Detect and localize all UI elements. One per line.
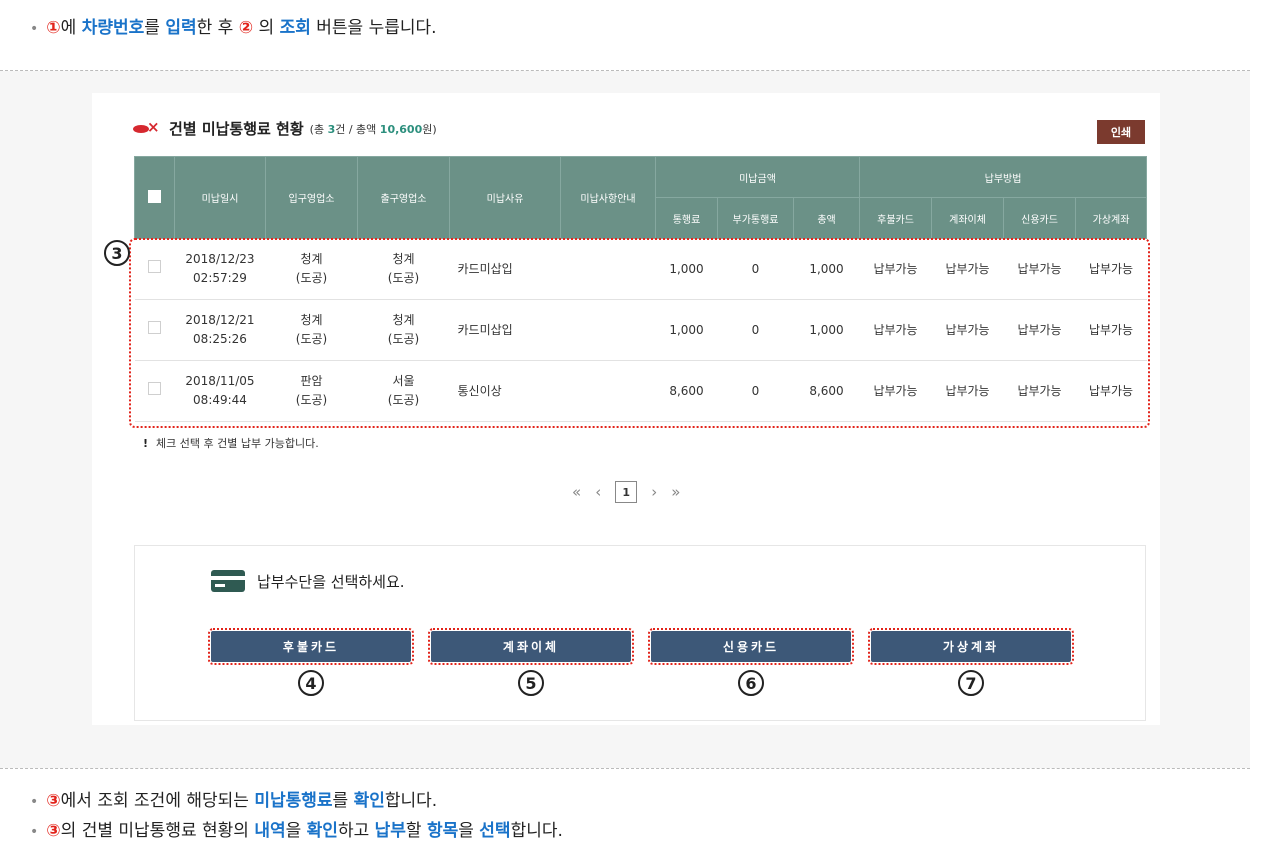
header-postpaid: 후불카드 (859, 197, 933, 239)
bullet: • (30, 794, 39, 810)
summary-count-unit: 건 / 총액 (335, 122, 380, 136)
keyword: 선택 (479, 821, 511, 841)
header-exit: 출구영업소 (357, 156, 450, 239)
keyword: 입력 (165, 18, 197, 38)
summary-total: 10,600 (379, 122, 423, 136)
summary: (총 3건 / 총액 10,600원) (310, 121, 437, 137)
first-page-icon[interactable]: « (572, 483, 581, 501)
keyword: 항목 (426, 821, 459, 841)
bullet: • (30, 21, 39, 37)
instruction-top: • ①에 차량번호를 입력한 후 ② 의 조회 버튼을 누릅니다. (30, 16, 437, 41)
instr-text: 하고 (337, 821, 375, 841)
header-amount-group: 미납금액 (654, 156, 861, 198)
instruction-bottom-1: • ③에서 조회 조건에 해당되는 미납통행료를 확인합니다. (30, 789, 437, 814)
header-date: 미납일시 (174, 156, 266, 239)
marker-2: ② (238, 18, 254, 38)
instr-text: 합니다. (384, 791, 438, 811)
header-select-all[interactable] (134, 156, 175, 239)
instr-text: 버튼을 누릅니다. (310, 18, 437, 38)
header-sum: 총액 (792, 197, 861, 239)
marker-4: 4 (298, 670, 324, 696)
summary-suffix: 원) (422, 122, 437, 136)
credit-card-button[interactable]: 신용카드 (648, 628, 854, 665)
marker-6: 6 (738, 670, 764, 696)
payment-title-text: 납부수단을 선택하세요. (257, 572, 405, 591)
last-page-icon[interactable]: » (671, 483, 680, 501)
header-credit: 신용카드 (1003, 197, 1077, 239)
instruction-bottom-2: • ③의 건별 미납통행료 현황의 내역을 확인하고 납부할 항목을 선택합니다. (30, 819, 563, 844)
ex-logo-icon (133, 118, 161, 136)
payment-title: 납부수단을 선택하세요. (211, 570, 405, 592)
pagination: « ‹ 1 › » (572, 481, 680, 503)
marker-3-ref: ③ (46, 791, 61, 811)
instr-text: 를 (332, 791, 354, 811)
bullet: • (30, 824, 39, 840)
card-icon (211, 570, 245, 592)
select-all-checkbox[interactable] (148, 189, 161, 203)
keyword: 차량번호 (81, 18, 145, 38)
summary-prefix: (총 (309, 122, 328, 136)
instr-text: 를 (144, 18, 166, 38)
header-reason: 미납사유 (449, 156, 561, 239)
keyword: 확인 (306, 821, 338, 841)
keyword: 납부 (374, 821, 406, 841)
keyword: 내역 (254, 821, 286, 841)
keyword: 조회 (279, 18, 311, 38)
instr-text: 의 건별 미납통행료 현황의 (60, 821, 255, 841)
alert-icon: ! (143, 437, 149, 450)
keyword: 확인 (353, 791, 385, 811)
marker-5: 5 (518, 670, 544, 696)
print-button[interactable]: 인쇄 (1097, 120, 1145, 144)
divider-bottom (0, 768, 1250, 769)
page-1[interactable]: 1 (615, 481, 638, 503)
instr-text: 의 (253, 18, 280, 38)
instr-text: 을 (285, 821, 307, 841)
virtual-account-button[interactable]: 가상계좌 (868, 628, 1074, 665)
instr-text: 을 (458, 821, 480, 841)
header-virtual: 가상계좌 (1075, 197, 1148, 239)
bank-transfer-button[interactable]: 계좌이체 (428, 628, 634, 665)
next-page-icon[interactable]: › (651, 483, 657, 501)
header-entry: 입구영업소 (265, 156, 358, 239)
instr-text: 할 (405, 821, 427, 841)
instr-text: 에서 조회 조건에 해당되는 (60, 791, 255, 811)
section-title-text: 건별 미납통행료 현황 (169, 120, 304, 138)
keyword: 미납통행료 (254, 791, 333, 811)
header-method-group: 납부방법 (859, 156, 1148, 198)
note-text: 체크 선택 후 건별 납부 가능합니다. (156, 437, 319, 450)
postpaid-card-button[interactable]: 후불카드 (208, 628, 414, 665)
marker-3-ref: ③ (46, 821, 61, 841)
instr-text: 합니다. (510, 821, 563, 841)
marker-7: 7 (958, 670, 984, 696)
rows-highlight (129, 238, 1150, 428)
header-guide: 미납사항안내 (560, 156, 656, 239)
header-transfer: 계좌이체 (931, 197, 1005, 239)
instr-text: 한 후 (196, 18, 239, 38)
marker-3: 3 (104, 240, 130, 266)
instr-text: 에 (60, 18, 82, 38)
marker-1: ① (46, 18, 61, 38)
prev-page-icon[interactable]: ‹ (595, 483, 601, 501)
header-toll: 통행료 (655, 197, 718, 239)
selection-note: ! 체크 선택 후 건별 납부 가능합니다. (143, 435, 319, 451)
header-extra: 부가통행료 (717, 197, 794, 239)
section-title: 건별 미납통행료 현황 (총 3건 / 총액 10,600원) (133, 118, 437, 139)
